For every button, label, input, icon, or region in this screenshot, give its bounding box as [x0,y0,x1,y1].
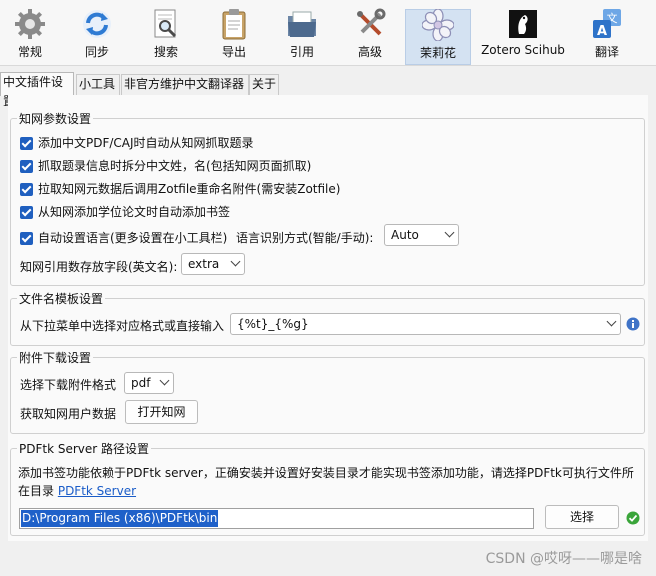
toolbar-label: Zotero Scihub [481,43,565,57]
toolbar-translate[interactable]: 文 A 翻译 [576,6,638,64]
search-icon [154,9,177,38]
tab-unofficial-translators[interactable]: 非官方维护中文翻译器 [121,74,249,95]
toolbar-export[interactable]: 导出 [202,6,266,64]
attachment-format-label: 选择下载附件格式 [20,378,117,392]
toolbar-label: 高级 [357,45,382,59]
tab-tools[interactable]: 小工具 [76,74,120,95]
scihub-icon [509,10,537,38]
tab-about[interactable]: 关于 [249,74,279,95]
option-label: 添加中文PDF/CAJ时自动从知网抓取题录 [38,136,254,150]
pdftk-description-line2: 在目录 PDFtk Server [18,482,136,499]
toolbar-advanced[interactable]: 高级 [338,6,402,64]
gear-icon [15,9,45,39]
lang-detect-label: 语言识别方式(智能/手动): [236,231,374,245]
option-label: 抓取题录信息时拆分中文姓，名(包括知网页面抓取) [38,159,312,173]
pdftk-description-prefix: 在目录 [18,484,58,498]
pdftk-path-value: D:\Program Files (x86)\PDFtk\bin [21,510,219,527]
check-icon [626,511,640,525]
toolbar-cite[interactable]: 引用 [270,6,334,64]
toolbar-sync[interactable]: 同步 [66,6,128,64]
option-label: 拉取知网元数据后调用Zotfile重命名附件(需安装Zotfile) [38,182,341,196]
pdftk-path-input[interactable]: D:\Program Files (x86)\PDFtk\bin [19,508,534,529]
chevron-down-icon [606,316,617,327]
option-add-bookmarks[interactable]: 从知网添加学位论文时自动添加书签 [20,203,230,220]
choose-path-button[interactable]: 选择 [545,505,619,529]
tab-chinese-plugin-settings[interactable]: 中文插件设置 [0,72,74,108]
checkbox-checked[interactable] [20,183,33,196]
sync-icon [83,10,111,38]
chevron-down-icon [159,375,170,386]
toolbar-scihub[interactable]: Zotero Scihub [476,6,570,64]
toolbar-search[interactable]: 搜索 [134,6,198,64]
toolbar-label: 导出 [221,45,246,59]
clipboard-icon [222,9,246,40]
chevron-down-icon [230,256,241,267]
toolbar-label: 搜索 [153,45,178,59]
watermark: CSDN @哎呀——哪是啥 [485,551,642,567]
option-label: 从知网添加学位论文时自动添加书签 [38,205,231,219]
select-value: Auto [391,228,419,242]
info-icon[interactable] [626,317,640,331]
preferences-toolbar: 常规 同步 搜索 导出 引用 高级 茉莉花 Zotero Scihub 文 A … [0,0,656,66]
toolbar-label: 茉莉花 [419,46,456,60]
translate-icon: 文 A [593,9,621,39]
option-auto-language[interactable]: 自动设置语言(更多设置在小工具栏) [20,229,227,246]
option-label: 自动设置语言(更多设置在小工具栏) [38,231,228,245]
option-zotfile-rename[interactable]: 拉取知网元数据后调用Zotfile重命名附件(需安装Zotfile) [20,180,340,197]
svg-text:A: A [597,24,607,39]
checkbox-checked[interactable] [20,206,33,219]
chevron-down-icon [444,227,455,238]
open-cnki-button[interactable]: 打开知网 [125,400,198,424]
user-data-label: 获取知网用户数据 [20,407,117,421]
group-title: 知网参数设置 [17,110,94,127]
filename-template-label: 从下拉菜单中选择对应格式或直接输入 [20,319,225,333]
checkbox-checked[interactable] [20,232,33,245]
pdftk-server-link[interactable]: PDFtk Server [58,484,136,498]
filename-template-combobox[interactable]: {%t}_{%g} [230,313,621,335]
toolbar-label: 同步 [84,45,109,59]
tools-icon [357,8,386,36]
pdftk-description: 添加书签功能依赖于PDFtk server，正确安装并设置好安装目录才能实现书签… [18,466,634,480]
attachment-download-group: 附件下载设置 [10,349,645,434]
toolbar-jasmine[interactable]: 茉莉花 [405,9,471,65]
option-auto-fetch[interactable]: 添加中文PDF/CAJ时自动从知网抓取题录 [20,134,254,151]
attachment-format-select[interactable]: pdf [124,372,174,394]
group-title: PDFtk Server 路径设置 [17,440,152,457]
citation-field-label: 知网引用数存放字段(英文名): [20,260,178,274]
folder-icon [288,11,316,37]
citation-field-select[interactable]: extra [181,253,245,275]
toolbar-general[interactable]: 常规 [0,6,60,64]
toolbar-label: 常规 [17,45,42,59]
toolbar-label: 引用 [289,45,314,59]
settings-tabs: 中文插件设置 小工具 非官方维护中文翻译器 关于 [0,72,656,108]
select-value: pdf [131,376,151,390]
group-title: 附件下载设置 [17,349,94,366]
lang-detect-select[interactable]: Auto [384,224,459,246]
option-split-name[interactable]: 抓取题录信息时拆分中文姓，名(包括知网页面抓取) [20,157,311,174]
group-title: 文件名模板设置 [17,290,106,307]
checkbox-checked[interactable] [20,160,33,173]
select-value: extra [188,257,220,271]
checkbox-checked[interactable] [20,137,33,150]
select-value: {%t}_{%g} [237,317,309,331]
toolbar-label: 翻译 [594,45,619,59]
jasmine-icon [422,9,454,41]
